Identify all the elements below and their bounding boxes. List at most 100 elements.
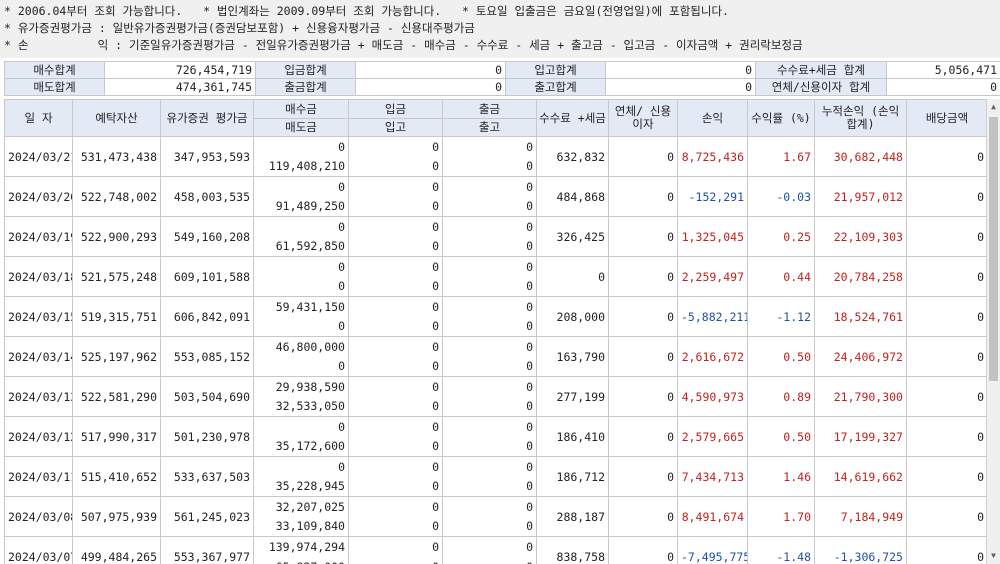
cell-buy-amount: 29,938,590 [253, 376, 349, 397]
summary-label: 출고합계 [505, 78, 606, 96]
cell-deposit-in: 0 [348, 536, 443, 557]
cell-withdraw: 0 [442, 296, 537, 317]
table-row[interactable]: 2024/03/07 499,484,265 553,367,977 139,974,… [4, 536, 986, 564]
header-cum-profit[interactable]: 누적손익 (손익합계) [814, 99, 907, 137]
cell-return-rate: 0.50 [747, 416, 815, 457]
cell-return-rate: -0.03 [747, 176, 815, 217]
cell-fee-tax: 838,758 [536, 536, 609, 564]
cell-profit: 8,491,674 [677, 496, 748, 537]
cell-stock-out: 0 [442, 276, 537, 297]
table-row[interactable]: 2024/03/21 531,473,438 347,953,593 0 0 0 632,8… [4, 136, 986, 177]
cell-fee-tax: 208,000 [536, 296, 609, 337]
header-securities-eval[interactable]: 유가증권 평가금 [160, 99, 254, 137]
summary-row: 매수합계 726,454,719 입금합계 0 입고합계 0 수수료+세금 합계… [4, 61, 1000, 79]
header-buy-amount[interactable]: 매수금 [253, 99, 349, 119]
cell-deposit-in: 0 [348, 136, 443, 157]
cell-cum-profit: 22,109,303 [814, 216, 907, 257]
table-row[interactable]: 2024/03/20 522,748,002 458,003,535 0 0 0 484,8… [4, 176, 986, 217]
cell-overdue-interest: 0 [608, 256, 678, 297]
history-grid-viewport[interactable]: 일 자 예탁자산 유가증권 평가금 매수금 입금 출금 수수료 +세금 연체/ … [4, 99, 986, 564]
cell-securities-eval: 606,842,091 [160, 296, 254, 337]
table-row[interactable]: 2024/03/19 522,900,293 549,160,208 0 0 0 326,4… [4, 216, 986, 257]
summary-label: 수수료+세금 합계 [755, 61, 887, 79]
summary-label: 매수합계 [4, 61, 105, 79]
header-dividend[interactable]: 배당금액 [906, 99, 986, 137]
cell-cum-profit: -1,306,725 [814, 536, 907, 564]
cell-deposit-asset: 531,473,438 [72, 136, 161, 177]
summary-value: 0 [605, 78, 756, 96]
header-return-rate[interactable]: 수익률 (%) [747, 99, 815, 137]
cell-fee-tax: 288,187 [536, 496, 609, 537]
header-deposit-asset[interactable]: 예탁자산 [72, 99, 161, 137]
cell-profit: 4,590,973 [677, 376, 748, 417]
scrollbar-thumb[interactable] [989, 117, 998, 381]
header-overdue-interest[interactable]: 연체/ 신용이자 [608, 99, 678, 137]
cell-overdue-interest: 0 [608, 176, 678, 217]
cell-fee-tax: 163,790 [536, 336, 609, 377]
cell-overdue-interest: 0 [608, 376, 678, 417]
cell-profit: 2,259,497 [677, 256, 748, 297]
table-row[interactable]: 2024/03/18 521,575,248 609,101,588 0 0 0 0 0 2,2… [4, 256, 986, 297]
grid-body: 2024/03/21 531,473,438 347,953,593 0 0 0 632,8… [4, 136, 986, 564]
cell-deposit-asset: 522,581,290 [72, 376, 161, 417]
cell-stock-in: 0 [348, 196, 443, 217]
triangle-down-icon[interactable]: ▼ [987, 548, 1000, 564]
cell-cum-profit: 18,524,761 [814, 296, 907, 337]
cell-fee-tax: 0 [536, 256, 609, 297]
header-date[interactable]: 일 자 [4, 99, 73, 137]
triangle-up-icon[interactable]: ▲ [987, 99, 1000, 115]
table-row[interactable]: 2024/03/13 522,581,290 503,504,690 29,938,5… [4, 376, 986, 417]
cell-deposit-in: 0 [348, 496, 443, 517]
cell-sell-amount: 119,408,210 [253, 156, 349, 177]
header-stock-in[interactable]: 입고 [348, 118, 443, 137]
table-row[interactable]: 2024/03/15 519,315,751 606,842,091 59,431,1… [4, 296, 986, 337]
cell-date: 2024/03/18 [4, 256, 73, 297]
cell-sell-amount: 0 [253, 316, 349, 337]
cell-securities-eval: 553,085,152 [160, 336, 254, 377]
cell-buy-amount: 0 [253, 456, 349, 477]
cell-profit: 8,725,436 [677, 136, 748, 177]
vertical-scrollbar[interactable]: ▲ ▼ [986, 99, 1000, 564]
summary-label: 입금합계 [255, 61, 356, 79]
header-withdraw[interactable]: 출금 [442, 99, 537, 119]
cell-withdraw: 0 [442, 536, 537, 557]
summary-value: 0 [355, 78, 506, 96]
cell-overdue-interest: 0 [608, 416, 678, 457]
cell-date: 2024/03/07 [4, 536, 73, 564]
cell-return-rate: 1.67 [747, 136, 815, 177]
grid-header-row: 일 자 예탁자산 유가증권 평가금 매수금 입금 출금 수수료 +세금 연체/ … [4, 99, 986, 137]
cell-stock-out: 0 [442, 476, 537, 497]
cell-sell-amount: 0 [253, 276, 349, 297]
cell-return-rate: 1.70 [747, 496, 815, 537]
cell-buy-amount: 46,800,000 [253, 336, 349, 357]
cell-withdraw: 0 [442, 216, 537, 237]
header-stock-out[interactable]: 출고 [442, 118, 537, 137]
cell-fee-tax: 632,832 [536, 136, 609, 177]
header-profit[interactable]: 손익 [677, 99, 748, 137]
header-sell-amount[interactable]: 매도금 [253, 118, 349, 137]
cell-buy-amount: 59,431,150 [253, 296, 349, 317]
cell-date: 2024/03/11 [4, 456, 73, 497]
summary-value: 5,056,471 [886, 61, 1000, 79]
cell-date: 2024/03/12 [4, 416, 73, 457]
cell-fee-tax: 186,712 [536, 456, 609, 497]
cell-date: 2024/03/20 [4, 176, 73, 217]
cell-stock-in: 0 [348, 356, 443, 377]
header-deposit-in[interactable]: 입금 [348, 99, 443, 119]
cell-stock-in: 0 [348, 156, 443, 177]
table-row[interactable]: 2024/03/11 515,410,652 533,637,503 0 0 0 186,7… [4, 456, 986, 497]
cell-sell-amount: 35,172,600 [253, 436, 349, 457]
cell-dividend: 0 [906, 336, 986, 377]
cell-sell-amount: 32,533,050 [253, 396, 349, 417]
cell-stock-out: 0 [442, 156, 537, 177]
table-row[interactable]: 2024/03/14 525,197,962 553,085,152 46,800,0… [4, 336, 986, 377]
table-row[interactable]: 2024/03/08 507,975,939 561,245,023 32,207,0… [4, 496, 986, 537]
cell-stock-in: 0 [348, 236, 443, 257]
cell-date: 2024/03/08 [4, 496, 73, 537]
table-row[interactable]: 2024/03/12 517,990,317 501,230,978 0 0 0 186,4… [4, 416, 986, 457]
cell-dividend: 0 [906, 256, 986, 297]
history-grid: 일 자 예탁자산 유가증권 평가금 매수금 입금 출금 수수료 +세금 연체/ … [4, 99, 986, 564]
header-fee-tax[interactable]: 수수료 +세금 [536, 99, 609, 137]
cell-stock-in: 0 [348, 556, 443, 564]
cell-profit: -152,291 [677, 176, 748, 217]
